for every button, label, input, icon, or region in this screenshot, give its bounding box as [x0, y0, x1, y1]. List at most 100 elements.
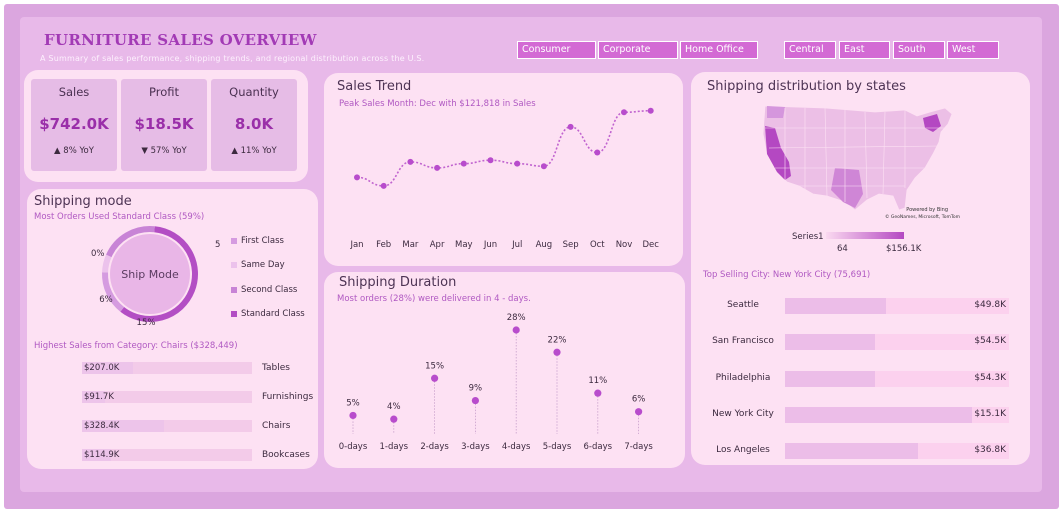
duration-category-label: 4-days: [502, 442, 531, 452]
month-label: Nov: [616, 240, 633, 250]
city-bar-fill: [785, 370, 875, 387]
slicer-segment-corporate[interactable]: Corporate: [598, 41, 678, 59]
month-label: Aug: [536, 240, 553, 250]
map-legend-min: 64: [837, 244, 848, 254]
kpi-sales-yoy: 8% YoY: [63, 146, 94, 156]
month-label: Oct: [590, 240, 605, 250]
slicer-region-south[interactable]: South: [893, 41, 945, 59]
map-legend-series: Series1: [792, 232, 824, 242]
duration-category-label: 2-days: [420, 442, 449, 452]
sales-point-aug: [540, 163, 547, 170]
city-bar-fill: [785, 334, 875, 351]
duration-value-label: 15%: [425, 361, 444, 371]
legend-swatch: [231, 261, 237, 268]
duration-point-5-days: [553, 348, 561, 356]
duration-point-0-days: [349, 411, 357, 420]
category-bar-value: $91.7K: [84, 392, 114, 402]
sales-point-jan: [354, 174, 360, 181]
ship-mode-donut-chart: Ship Mode 59% 15% 6% 20%: [90, 226, 220, 328]
duration-category-label: 6-days: [584, 442, 613, 452]
category-bar-chairs: $328.4K: [82, 420, 252, 432]
city-note: Top Selling City: New York City (75,691): [703, 270, 871, 280]
city-label-los-angeles: Los Angeles: [716, 445, 770, 456]
trend-up-icon: ▲: [54, 146, 61, 156]
donut-center-label: Ship Mode: [121, 268, 179, 281]
duration-value-label: 4%: [387, 402, 401, 412]
page-title: FURNITURE SALES OVERVIEW: [44, 31, 317, 49]
category-label-bookcases: Bookcases: [262, 450, 310, 460]
us-map[interactable]: Powered by Bing © GeoNames, Microsoft, T…: [755, 98, 960, 223]
donut-slice-label: 6%: [99, 295, 113, 305]
city-label-new-york-city: New York City: [712, 408, 774, 419]
sales-point-may: [460, 160, 467, 167]
city-bar-fill: [785, 443, 918, 460]
month-label: Jan: [349, 240, 363, 250]
slicer-segment-home-office[interactable]: Home Office: [680, 41, 758, 59]
duration-value-label: 6%: [632, 395, 646, 405]
city-label-seattle: Seattle: [727, 300, 759, 310]
sales-trend-line: [356, 109, 651, 187]
duration-point-3-days: [471, 396, 479, 405]
legend-first-class: First Class: [231, 236, 284, 246]
kpi-sales-label: Sales: [58, 85, 90, 99]
texas-state: [831, 168, 863, 208]
legend-swatch: [231, 310, 237, 317]
kpi-sales-value: $742.0K: [39, 115, 109, 133]
kpi-profit-value: $18.5K: [134, 115, 194, 133]
duration-category-label: 0-days: [339, 442, 368, 452]
month-label: Jun: [483, 240, 497, 250]
city-bar-value: $49.8K: [974, 300, 1006, 310]
city-bar-fill: [785, 298, 886, 314]
sales-point-mar: [407, 158, 414, 165]
category-label-furnishings: Furnishings: [262, 392, 314, 402]
month-label: Sep: [563, 240, 579, 250]
slicer-region-west[interactable]: West: [947, 41, 999, 59]
duration-category-label: 5-days: [543, 442, 572, 452]
duration-point-7-days: [635, 408, 643, 416]
city-bar-philadelphia: $54.3K: [785, 370, 1009, 387]
donut-slice-label: 15%: [137, 318, 156, 328]
sales-point-apr: [434, 164, 441, 171]
city-bar-value: $54.3K: [974, 372, 1006, 383]
map-attribution-sources: © GeoNames, Microsoft, TomTom: [885, 213, 960, 220]
legend-swatch: [231, 286, 237, 293]
legend-swatch: [231, 237, 237, 244]
duration-value-label: 11%: [588, 376, 607, 386]
kpi-profit-label: Profit: [149, 85, 179, 99]
slicer-region-east[interactable]: East: [839, 41, 890, 59]
month-label: Mar: [402, 240, 419, 250]
sales-point-feb: [380, 182, 387, 189]
map-legend-max: $156.1K: [886, 244, 922, 254]
legend-standard-class: Standard Class: [231, 309, 305, 319]
category-label-tables: Tables: [262, 363, 290, 373]
map-legend-gradient: [826, 232, 904, 239]
kpi-quantity-label: Quantity: [229, 85, 279, 99]
duration-point-6-days: [594, 389, 602, 397]
duration-category-label: 7-days: [624, 442, 653, 452]
trend-down-icon: ▼: [141, 146, 148, 156]
category-label-chairs: Chairs: [262, 421, 291, 431]
sales-point-oct: [594, 149, 601, 156]
slicer-region-central[interactable]: Central: [784, 41, 836, 59]
kpi-profit-card: Profit $18.5K ▼ 57% YoY: [121, 79, 207, 171]
washington-state: [767, 106, 785, 118]
kpi-quantity-card: Quantity 8.0K ▲ 11% YoY: [211, 79, 297, 171]
slicer-segment-consumer[interactable]: Consumer: [517, 41, 596, 59]
duration-point-4-days: [512, 326, 520, 334]
sales-point-jun: [487, 157, 494, 164]
sales-trend-line-chart: Jan Feb Mar Apr May Jun Jul Aug Sep Oct Nov Dec: [349, 107, 659, 250]
duration-value-label: 9%: [469, 384, 483, 394]
duration-point-1-days: [390, 415, 398, 423]
category-bar-furnishings: $91.7K: [82, 391, 252, 403]
map-title: Shipping distribution by states: [707, 79, 906, 94]
month-label: Feb: [376, 240, 391, 250]
city-bar-los-angeles: $36.8K: [785, 443, 1009, 460]
month-label: Dec: [642, 240, 659, 250]
duration-value-label: 28%: [507, 313, 526, 323]
month-label: Jul: [511, 240, 522, 250]
donut-slice-label: 20%: [90, 249, 104, 259]
category-bar-tables: $207.0K: [82, 362, 252, 374]
category-bar-value: $114.9K: [84, 450, 120, 460]
duration-category-label: 1-days: [380, 442, 409, 452]
city-bar-value: $15.1K: [974, 408, 1006, 419]
